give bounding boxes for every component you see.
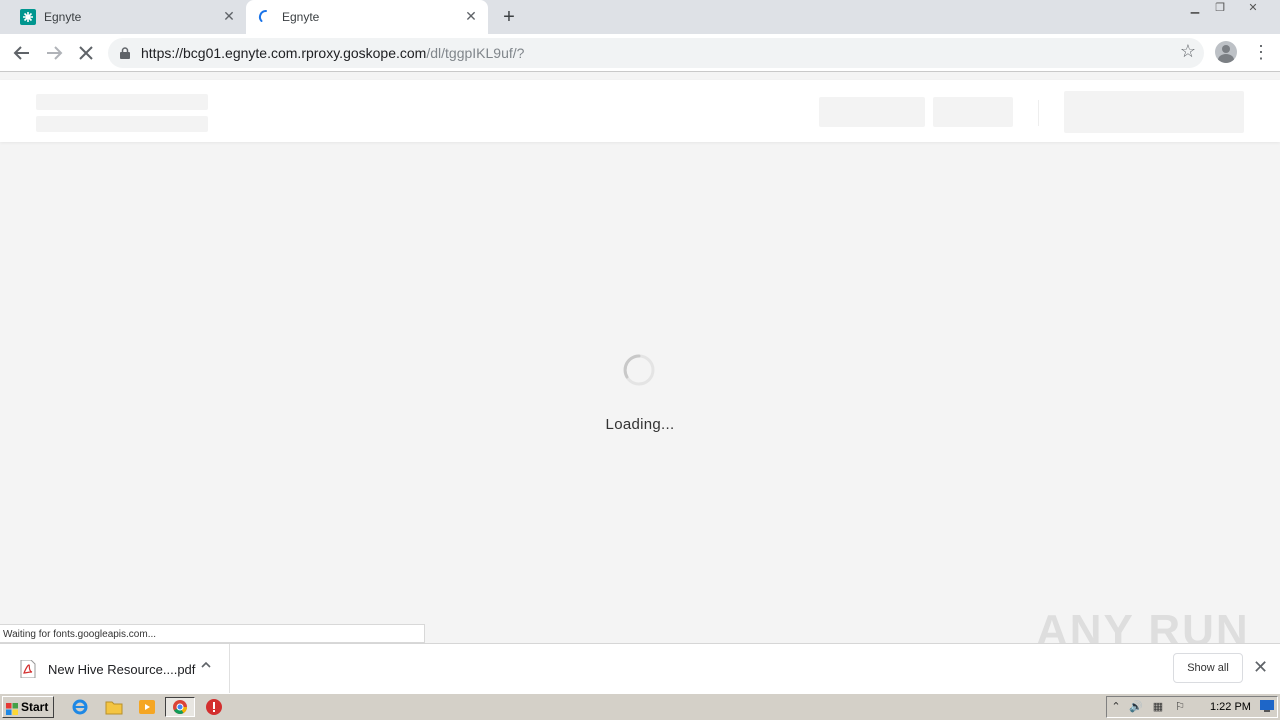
start-label: Start [21,700,49,714]
internet-explorer-icon[interactable] [71,698,89,716]
browser-menu-icon[interactable]: ⋮ [1252,41,1270,63]
tab-egnyte-1[interactable]: Egnyte ✕ [0,0,246,34]
bookmark-star-icon[interactable]: ☆ [1180,41,1196,62]
loading-spinner-icon [258,9,274,25]
url-path: /dl/tggpIKL9uf/? [426,45,525,61]
download-item[interactable]: New Hive Resource....pdf [0,644,230,693]
skeleton-button [819,97,925,127]
loading-spinner-icon [622,353,656,387]
profile-avatar-icon[interactable] [1215,41,1237,63]
address-bar[interactable]: https://bcg01.egnyte.com.rproxy.goskope.… [108,38,1204,68]
lock-icon [120,46,130,59]
show-hidden-icons-icon[interactable]: ⌃ [1109,700,1123,714]
action-center-flag-icon[interactable]: ⚐ [1173,700,1187,714]
close-tab-icon[interactable]: ✕ [464,9,478,23]
tab-egnyte-2[interactable]: Egnyte ✕ [246,0,488,34]
tab-strip: Egnyte ✕ Egnyte ✕ + ▁ ❐ ✕ [0,0,1280,34]
minimize-icon[interactable]: ▁ [1183,0,1207,18]
header-divider [1038,100,1039,126]
close-tab-icon[interactable]: ✕ [222,9,236,23]
system-tray: ⌃ 🔊 ▦ ⚐ 1:22 PM [1106,696,1278,718]
network-icon[interactable]: ▦ [1151,700,1165,714]
tab-title: Egnyte [44,10,82,24]
url-text: https://bcg01.egnyte.com.rproxy.goskope.… [141,45,524,61]
egnyte-logo-icon [20,9,36,25]
download-filename: New Hive Resource....pdf [48,662,196,677]
skeleton-action [1064,91,1244,133]
new-tab-button[interactable]: + [498,6,520,28]
url-host: https://bcg01.egnyte.com.rproxy.goskope.… [141,45,427,61]
skeleton-button [933,97,1013,127]
tab-title: Egnyte [282,10,320,24]
forward-arrow-icon[interactable] [42,41,66,65]
chevron-up-icon[interactable] [200,658,212,674]
clock: 1:22 PM [1210,701,1251,713]
skeleton-subtitle [36,116,208,132]
skeleton-title [36,94,208,110]
restore-icon[interactable]: ❐ [1208,0,1232,18]
loading-text: Loading... [605,416,675,433]
back-arrow-icon[interactable] [10,41,34,65]
download-shelf: New Hive Resource....pdf Show all ✕ [0,643,1280,693]
stop-loading-icon[interactable] [74,41,98,65]
browser-toolbar: https://bcg01.egnyte.com.rproxy.goskope.… [0,34,1280,72]
chrome-taskbar-button[interactable] [165,697,195,717]
volume-icon[interactable]: 🔊 [1129,700,1143,714]
window-close-icon[interactable]: ✕ [1241,0,1265,18]
windows-logo-icon [6,701,18,715]
pdf-file-icon [20,659,36,679]
stop-sign-icon[interactable] [205,698,223,716]
media-player-icon[interactable] [138,698,156,716]
start-button[interactable]: Start [2,696,54,718]
page-header-skeleton [0,80,1280,142]
file-explorer-icon[interactable] [105,698,123,716]
show-all-button[interactable]: Show all [1173,653,1243,683]
windows-taskbar: Start ⌃ 🔊 ▦ ⚐ 1:22 PM [0,693,1280,720]
status-bubble: Waiting for fonts.googleapis.com... [0,624,425,643]
show-desktop-icon[interactable] [1259,700,1275,714]
close-shelf-icon[interactable]: ✕ [1253,657,1268,678]
